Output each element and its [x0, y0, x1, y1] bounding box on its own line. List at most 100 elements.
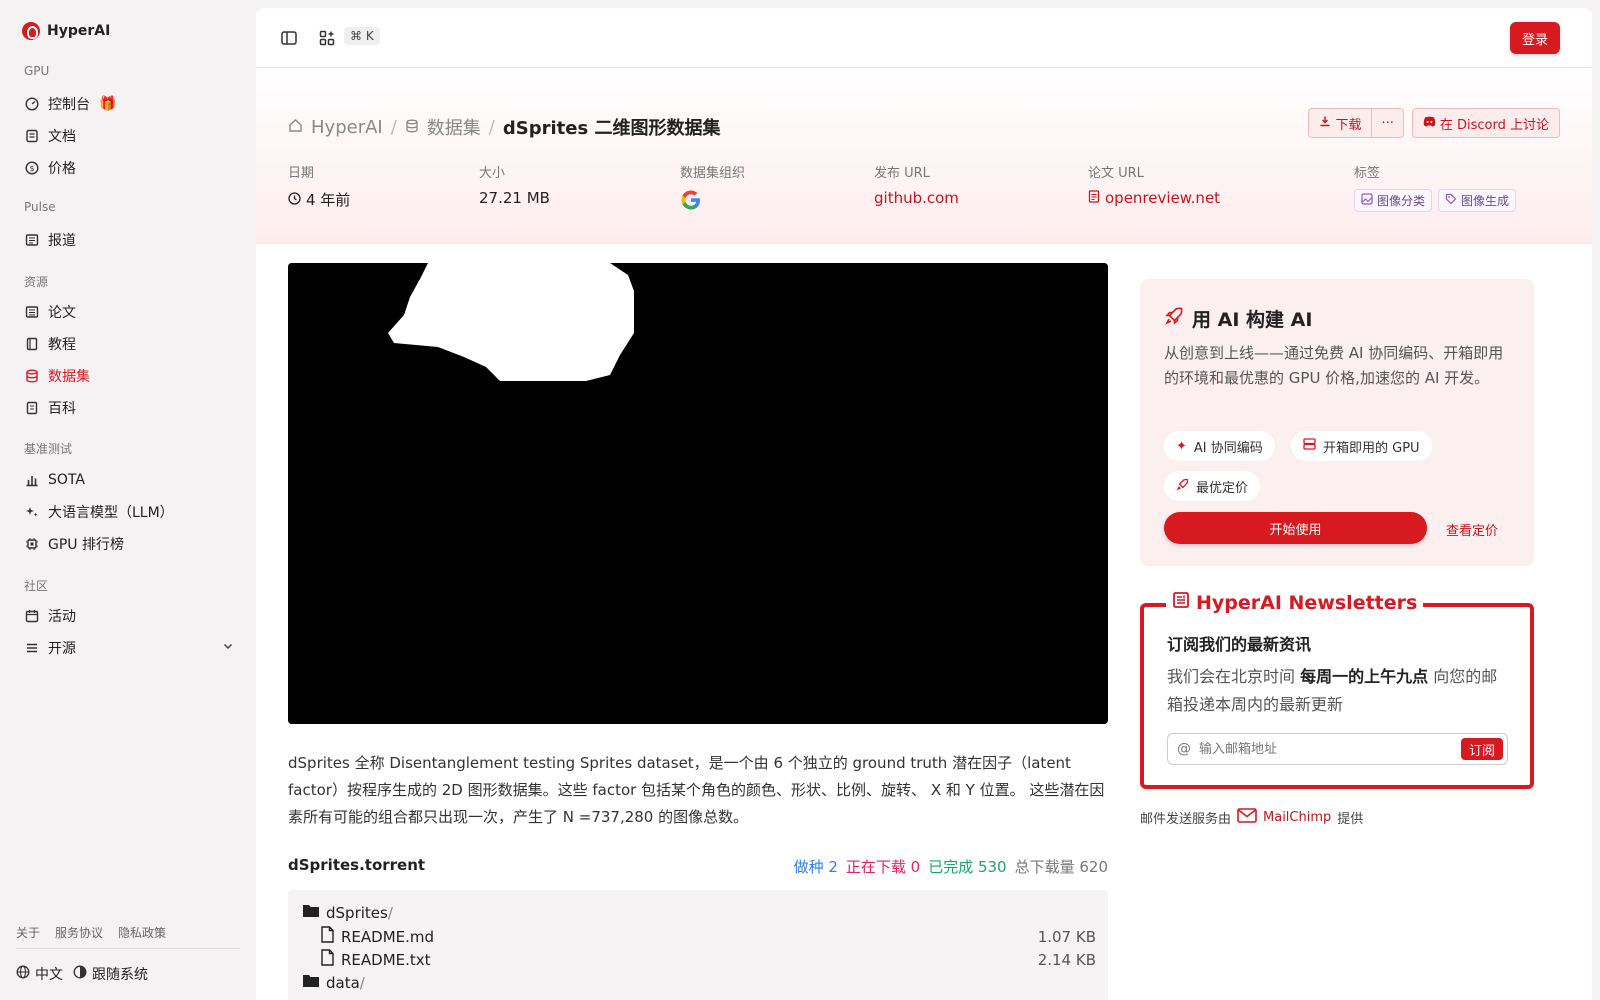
- discord-icon: [1423, 116, 1436, 131]
- sparkles-icon: [24, 505, 39, 520]
- download-label: 下载: [1335, 117, 1362, 133]
- divider: [16, 948, 240, 949]
- file-row[interactable]: README.txt 2.14 KB: [320, 949, 1096, 970]
- meta-organization: 数据集组织: [680, 162, 745, 211]
- view-pricing-link[interactable]: 查看定价: [1446, 520, 1498, 539]
- folder-suffix: /: [387, 903, 393, 922]
- get-started-button[interactable]: 开始使用: [1164, 512, 1427, 544]
- rocket-icon: [1164, 306, 1184, 331]
- meta-value: 4 年前: [288, 189, 350, 210]
- email-input[interactable]: [1199, 741, 1461, 757]
- dataset-actions: 下载 ··· 在 Discord 上讨论: [1308, 108, 1560, 138]
- meta-tags: 标签 图像分类 图像生成: [1354, 162, 1522, 212]
- sidebar-item-open-source[interactable]: 开源: [24, 635, 234, 661]
- chip-label: AI 协同编码: [1193, 440, 1263, 456]
- chip-icon: [24, 537, 39, 552]
- svg-text:$: $: [29, 164, 34, 173]
- dataset-description: dSprites 全称 Disentanglement testing Spri…: [288, 754, 1105, 826]
- download-icon: [1319, 115, 1331, 131]
- sidebar-item-tutorials[interactable]: 教程: [24, 331, 234, 357]
- file-size: 2.14 KB: [1037, 950, 1096, 969]
- newspaper-icon: [24, 233, 39, 248]
- newspaper-icon: [1172, 591, 1190, 614]
- brand[interactable]: HyperAI: [22, 22, 110, 40]
- breadcrumb-datasets[interactable]: 数据集: [427, 114, 481, 140]
- language-switch[interactable]: 中文: [16, 964, 63, 984]
- list-icon: [24, 641, 39, 656]
- sidebar-item-label: 报道: [48, 233, 76, 249]
- sprite-shape: [288, 263, 1108, 724]
- file-row[interactable]: README.md 1.07 KB: [320, 926, 1096, 947]
- sidebar-item-sota[interactable]: SOTA: [24, 467, 234, 493]
- promo-text: 从创意到上线——通过免费 AI 协同编码、开箱即用的环境和最优惠的 GPU 价格…: [1164, 344, 1504, 387]
- mailchimp-credit: 邮件发送服务由 MailChimp 提供: [1140, 808, 1363, 827]
- breadcrumb-separator: /: [390, 116, 397, 138]
- rocket-icon: [1176, 478, 1189, 495]
- dataset-header: HyperAI / 数据集 / dSprites 二维图形数据集 下载 ··· …: [256, 69, 1592, 244]
- search-shortcut[interactable]: ⌘ K: [344, 27, 380, 45]
- sidebar-item-docs[interactable]: 文档: [24, 123, 234, 149]
- meta-label: 数据集组织: [680, 166, 746, 181]
- sidebar-item-papers[interactable]: 论文: [24, 299, 234, 325]
- section-label-benchmarks: 基准测试: [24, 442, 73, 456]
- download-button[interactable]: 下载: [1308, 108, 1373, 138]
- footer-link-privacy[interactable]: 隐私政策: [118, 924, 166, 941]
- section-label-resources: 资源: [24, 275, 49, 289]
- tag-image-classification[interactable]: 图像分类: [1354, 189, 1433, 212]
- release-url-link[interactable]: github.com: [874, 189, 959, 207]
- footer-settings: 中文 跟随系统: [16, 964, 148, 984]
- apps-grid-icon[interactable]: [318, 29, 336, 47]
- google-logo-icon[interactable]: [680, 189, 745, 211]
- book-icon: [24, 337, 39, 352]
- sidebar-item-pricing[interactable]: $ 价格: [24, 155, 234, 181]
- newsletter-heading: 订阅我们的最新资讯: [1167, 635, 1312, 654]
- sidebar-item-label: 控制台: [48, 97, 90, 113]
- sidebar-item-label: 论文: [48, 305, 76, 321]
- paper-icon: [24, 305, 39, 320]
- mailchimp-link[interactable]: MailChimp: [1263, 810, 1331, 825]
- sidebar-item-label: SOTA: [48, 472, 85, 488]
- gauge-icon: [24, 97, 39, 112]
- language-label: 中文: [35, 967, 63, 983]
- paper-url-link[interactable]: openreview.net: [1088, 189, 1220, 207]
- folder-row[interactable]: dSprites/: [302, 903, 1096, 922]
- encyclopedia-icon: [24, 401, 39, 416]
- footer-link-terms[interactable]: 服务协议: [55, 924, 103, 941]
- sidebar-item-console[interactable]: 控制台 🎁: [24, 91, 234, 117]
- meta-paper-url: 论文 URL openreview.net: [1088, 162, 1220, 207]
- brand-name: HyperAI: [47, 23, 111, 39]
- contrast-icon: [73, 965, 87, 983]
- sidebar-item-gpu-leaderboard[interactable]: GPU 排行榜: [24, 531, 234, 557]
- chip-ai-coding: ✦ AI 协同编码: [1164, 431, 1275, 461]
- theme-switch[interactable]: 跟随系统: [73, 964, 148, 984]
- sidebar-item-events[interactable]: 活动: [24, 603, 234, 629]
- chip-pricing: 最优定价: [1164, 471, 1261, 501]
- footer-link-about[interactable]: 关于: [16, 924, 40, 941]
- file-name: README.md: [341, 927, 435, 946]
- sidebar-toggle-icon[interactable]: [280, 29, 298, 47]
- subscribe-button[interactable]: 订阅: [1460, 738, 1503, 760]
- sidebar-item-news[interactable]: 报道: [24, 227, 234, 253]
- file-name: README.txt: [341, 950, 431, 969]
- mail-icon: [1237, 808, 1257, 827]
- page-title: dSprites 二维图形数据集: [502, 118, 721, 139]
- login-button[interactable]: 登录: [1510, 22, 1560, 54]
- meta-label: 论文 URL: [1088, 166, 1144, 181]
- section-label-community: 社区: [24, 579, 49, 593]
- meta-date: 日期 4 年前: [288, 162, 350, 210]
- more-icon: ···: [1381, 115, 1394, 131]
- completed-count: 已完成 530: [928, 858, 1007, 876]
- dollar-icon: $: [24, 161, 39, 176]
- more-options-button[interactable]: ···: [1372, 108, 1404, 138]
- torrent-stats: 做种 2 正在下载 0 已完成 530 总下载量 620: [794, 856, 1108, 877]
- folder-row[interactable]: data/: [302, 973, 1096, 992]
- breadcrumb-home[interactable]: HyperAI: [311, 117, 383, 138]
- chevron-down-icon[interactable]: [222, 640, 234, 656]
- sidebar-item-label: 大语言模型（LLM）: [48, 505, 174, 521]
- meta-label: 大小: [479, 166, 506, 181]
- discord-button[interactable]: 在 Discord 上讨论: [1411, 108, 1560, 138]
- sidebar-item-llm[interactable]: 大语言模型（LLM）: [24, 499, 234, 525]
- tag-image-generation[interactable]: 图像生成: [1438, 189, 1517, 212]
- sidebar-item-datasets[interactable]: 数据集: [24, 363, 234, 389]
- sidebar-item-wiki[interactable]: 百科: [24, 395, 234, 421]
